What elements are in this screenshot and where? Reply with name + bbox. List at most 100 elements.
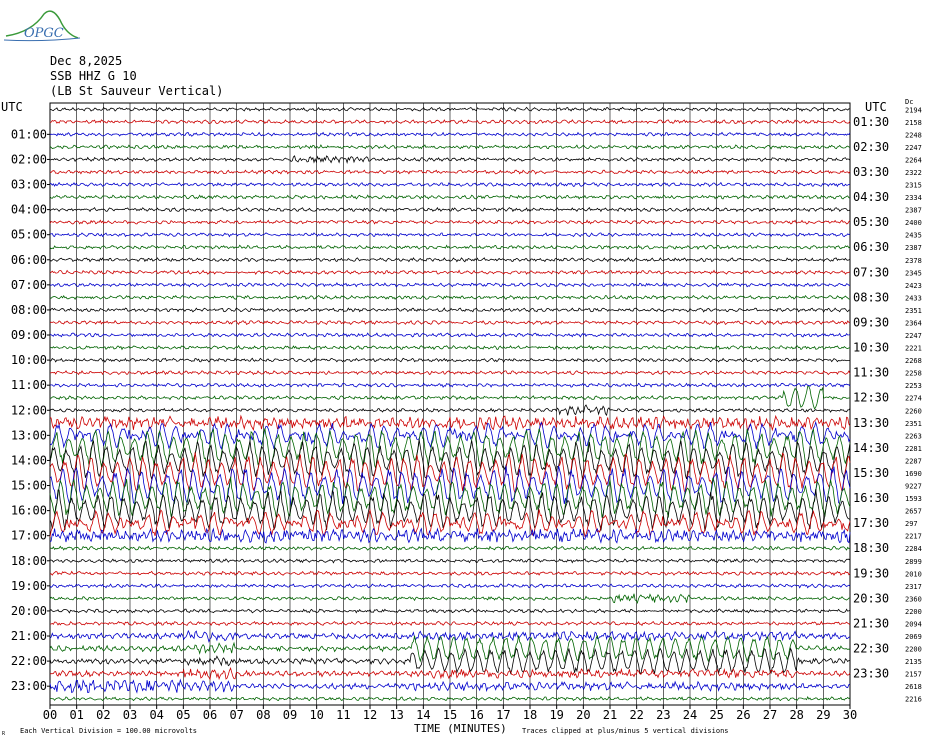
hour-label-right: 02:30 [853,140,889,154]
dc-offset-value: 9227 [905,483,922,491]
x-tick-label: 08 [256,708,270,722]
hour-label-right: 14:30 [853,441,889,455]
x-tick-label: 27 [763,708,777,722]
x-tick-label: 12 [363,708,377,722]
x-tick-label: 19 [549,708,563,722]
x-tick-label: 18 [523,708,537,722]
x-tick-label: 06 [203,708,217,722]
dc-offset-value: 2263 [905,432,922,440]
hour-label-left: 19:00 [11,579,47,593]
dc-offset-value: 2618 [905,683,922,691]
dc-offset-value: 2253 [905,382,922,390]
x-tick-label: 05 [176,708,190,722]
x-tick-label: 13 [389,708,403,722]
hour-label-left: 15:00 [11,479,47,493]
hour-label-left: 16:00 [11,504,47,518]
x-tick-label: 15 [443,708,457,722]
hour-label-left: 18:00 [11,554,47,568]
dc-offset-value: 2423 [905,282,922,290]
hour-label-right: 04:30 [853,190,889,204]
dc-offset-value: 1690 [905,470,922,478]
hour-label-right: 07:30 [853,265,889,279]
hour-label-left: 07:00 [11,278,47,292]
dc-offset-value: 2217 [905,533,922,541]
hour-label-right: 23:30 [853,667,889,681]
x-tick-label: 26 [736,708,750,722]
x-tick-label: 07 [229,708,243,722]
x-tick-label: 30 [843,708,857,722]
hour-label-right: 13:30 [853,416,889,430]
dc-offset-value: 297 [905,520,918,528]
dc-offset-value: 2158 [905,119,922,127]
hour-label-left: 13:00 [11,428,47,442]
dc-offset-value: 2216 [905,696,922,704]
hour-label-right: 22:30 [853,642,889,656]
dc-offset-value: 2287 [905,457,922,465]
division-note: Each Vertical Division = 100.00 microvol… [20,727,197,735]
utc-right-label: UTC [865,100,887,114]
dc-offset-value: 2387 [905,244,922,252]
dc-offset-value: 2351 [905,420,922,428]
x-tick-label: 10 [309,708,323,722]
dc-offset-value: 2248 [905,131,922,139]
hour-label-left: 01:00 [11,127,47,141]
hour-label-left: 23:00 [11,679,47,693]
dc-offset-value: 2221 [905,345,922,353]
hour-label-right: 10:30 [853,341,889,355]
dc-offset-value: 2378 [905,257,922,265]
dc-offset-value: 2657 [905,508,922,516]
hour-label-right: 12:30 [853,391,889,405]
corner-mark: R [2,731,6,737]
x-tick-label: 04 [149,708,163,722]
x-tick-label: 29 [816,708,830,722]
hour-label-right: 01:30 [853,115,889,129]
x-tick-label: 24 [683,708,697,722]
x-tick-label: 23 [656,708,670,722]
x-tick-label: 03 [123,708,137,722]
dc-offset-value: 2135 [905,658,922,666]
dc-offset-value: 2899 [905,558,922,566]
hour-label-right: 08:30 [853,290,889,304]
x-axis-label: TIME (MINUTES) [414,722,507,735]
hour-label-right: 21:30 [853,616,889,630]
dc-offset-value: 2281 [905,445,922,453]
x-tick-label: 01 [69,708,83,722]
hour-label-left: 17:00 [11,529,47,543]
dc-offset-value: 2264 [905,156,922,164]
dc-offset-value: 1593 [905,495,922,503]
x-tick-label: 00 [43,708,57,722]
dc-offset-value: 2433 [905,294,922,302]
dc-offset-value: 2315 [905,182,922,190]
hour-label-right: 11:30 [853,366,889,380]
hour-label-right: 09:30 [853,315,889,329]
hour-label-right: 16:30 [853,491,889,505]
x-tick-label: 20 [576,708,590,722]
hour-label-left: 20:00 [11,604,47,618]
hour-label-right: 20:30 [853,591,889,605]
dc-offset-value: 2364 [905,319,922,327]
dc-unit-label: Dc [905,98,913,106]
dc-offset-value: 2435 [905,232,922,240]
dc-offset-value: 2247 [905,144,922,152]
dc-offset-value: 2268 [905,357,922,365]
dc-offset-value: 2010 [905,570,922,578]
hour-label-left: 12:00 [11,403,47,417]
dc-offset-value: 2387 [905,207,922,215]
x-tick-label: 02 [96,708,110,722]
hour-label-left: 06:00 [11,253,47,267]
x-tick-label: 21 [603,708,617,722]
hour-label-right: 19:30 [853,566,889,580]
dc-offset-value: 2200 [905,646,922,654]
hour-label-left: 14:00 [11,453,47,467]
dc-offset-value: 2400 [905,219,922,227]
hour-label-left: 04:00 [11,203,47,217]
hour-label-right: 15:30 [853,466,889,480]
dc-offset-value: 2360 [905,595,922,603]
hour-label-left: 22:00 [11,654,47,668]
utc-left-label: UTC [1,100,23,114]
hour-label-left: 11:00 [11,378,47,392]
dc-offset-value: 2317 [905,583,922,591]
hour-label-right: 18:30 [853,541,889,555]
dc-offset-value: 2345 [905,269,922,277]
hour-label-left: 08:00 [11,303,47,317]
